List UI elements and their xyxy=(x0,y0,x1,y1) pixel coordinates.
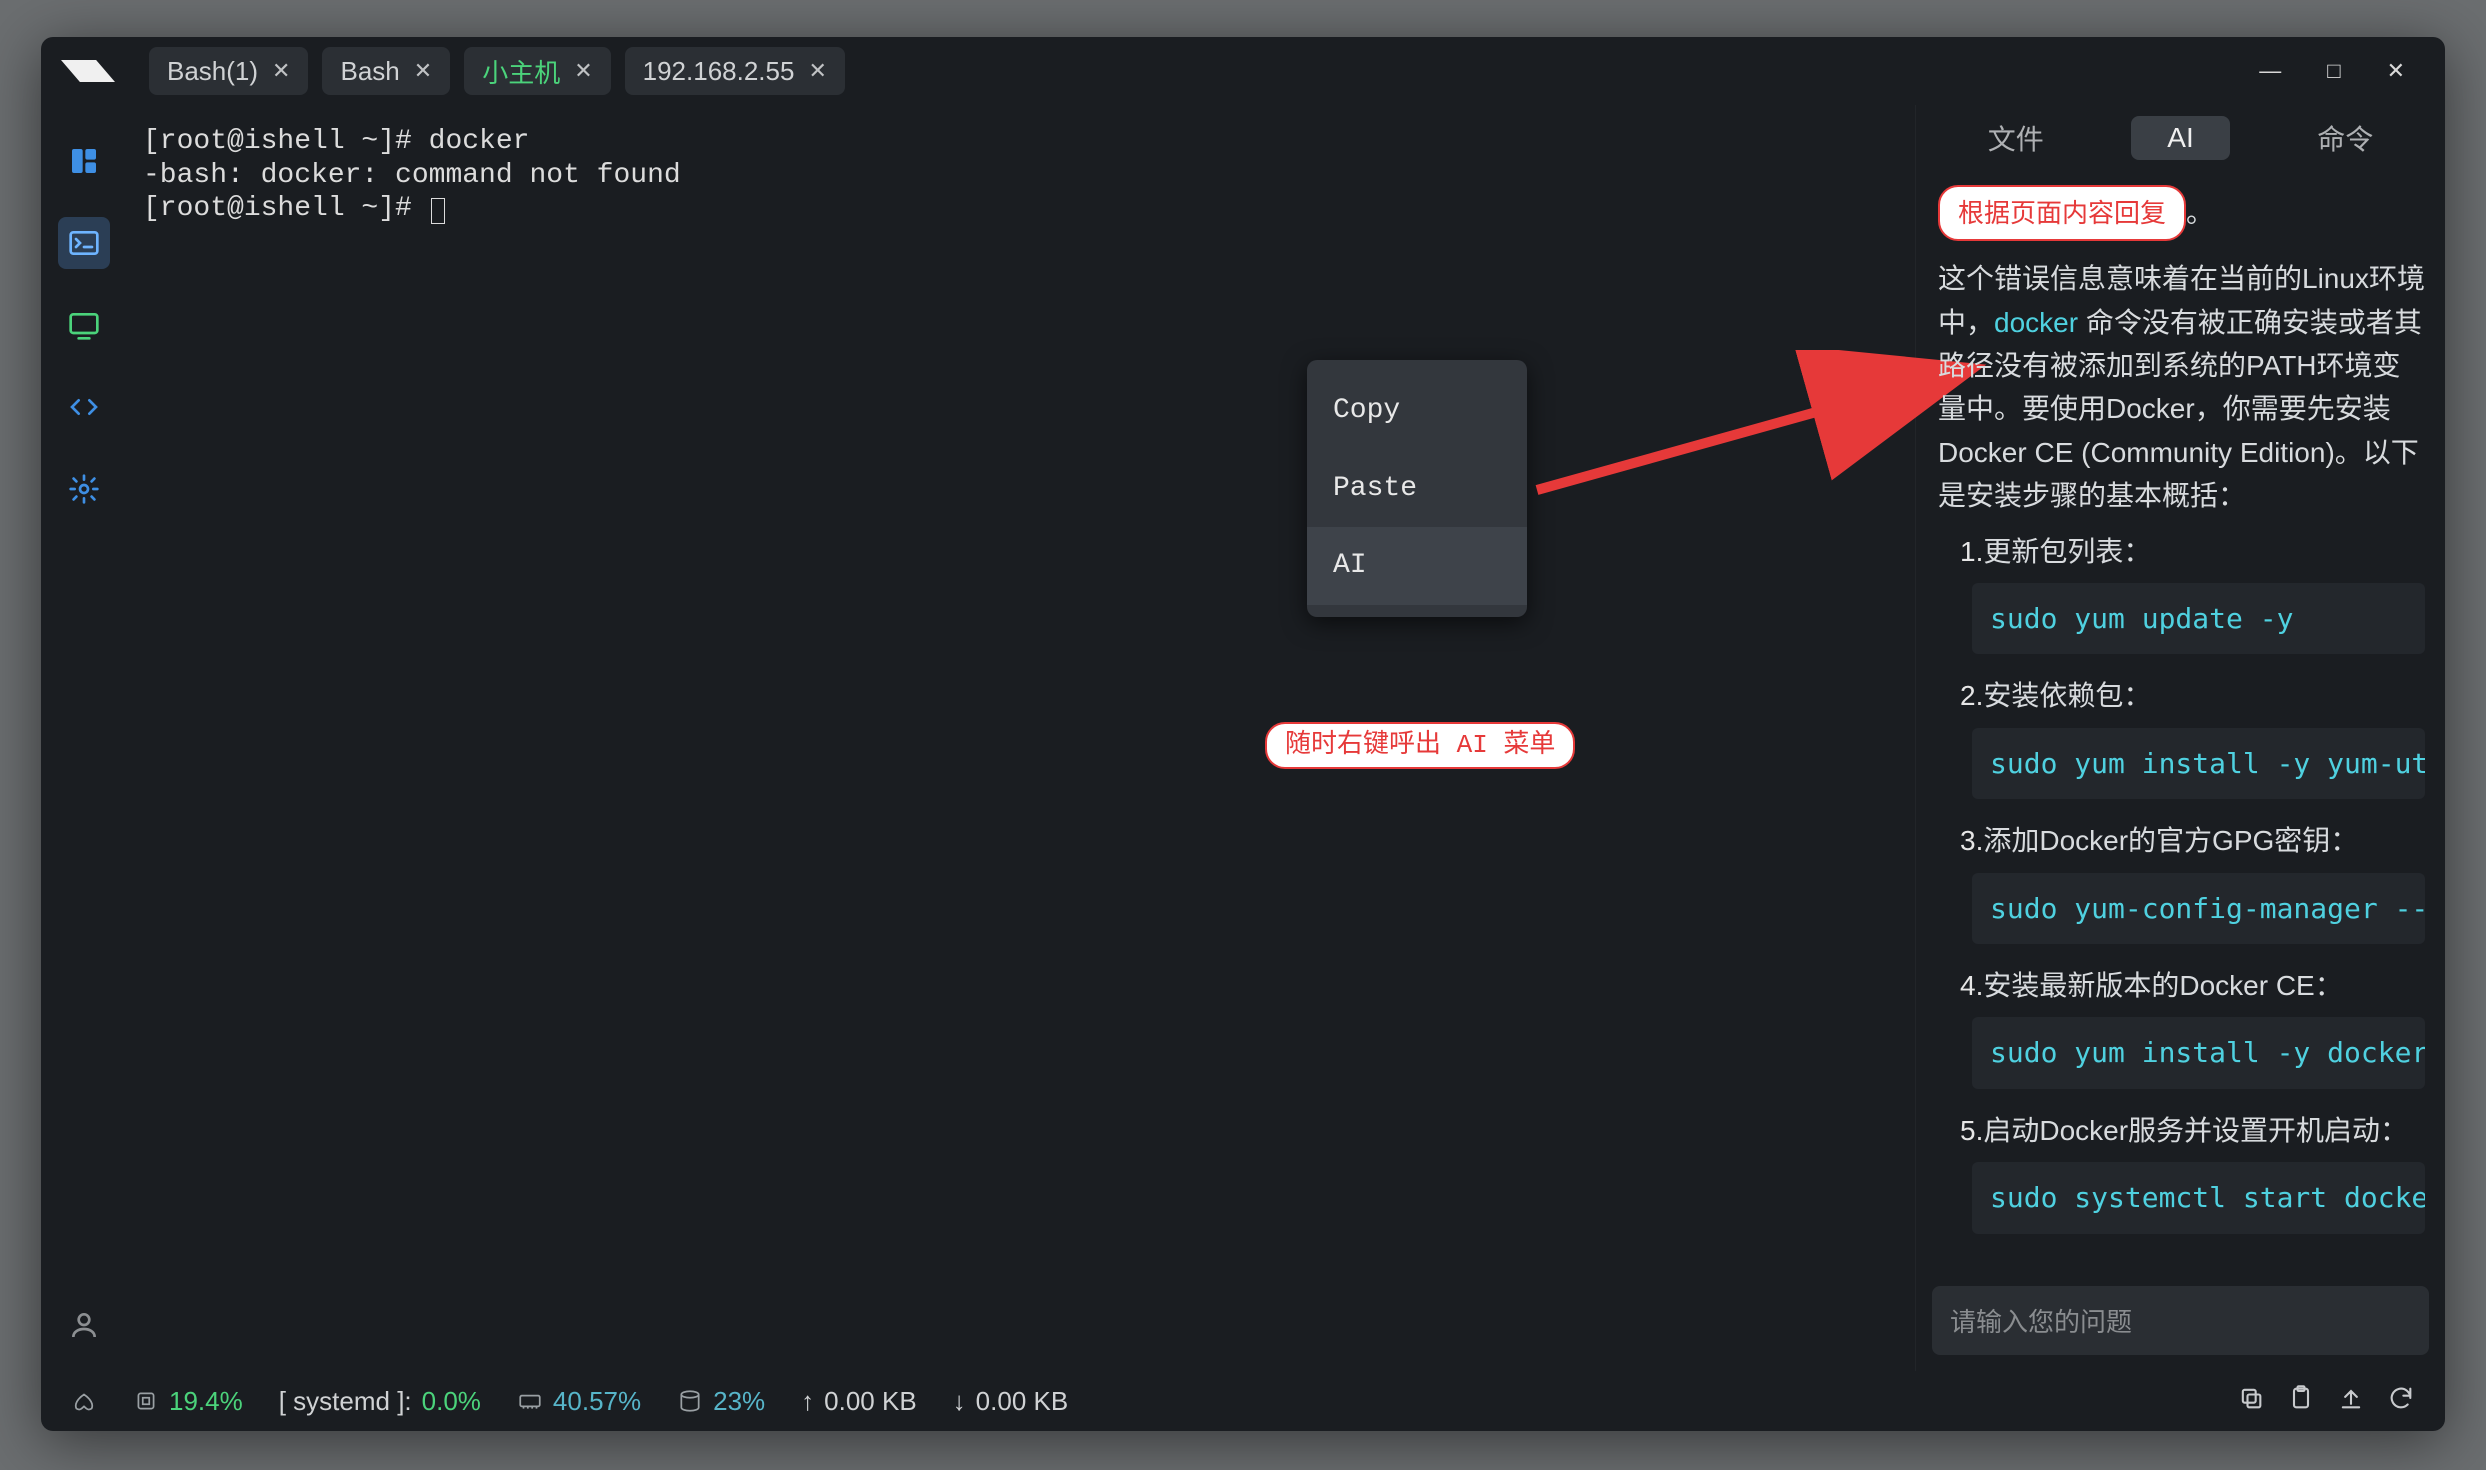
terminal-line: -bash: docker: command not found xyxy=(143,159,1899,193)
close-icon[interactable]: ✕ xyxy=(574,58,592,84)
terminal-icon xyxy=(68,227,100,259)
step-5: 5.启动Docker服务并设置开机启动： xyxy=(1960,1109,2425,1152)
context-menu: Copy Paste AI xyxy=(1307,360,1527,617)
sidebar-item-settings[interactable] xyxy=(58,463,110,515)
tab-bash1[interactable]: Bash(1) ✕ xyxy=(149,47,308,95)
code-icon xyxy=(68,391,100,423)
memory-icon xyxy=(517,1388,543,1414)
clipboard-icon[interactable] xyxy=(2287,1384,2315,1419)
terminal-line: [root@ishell ~]# docker xyxy=(143,125,1899,159)
step-3: 3.添加Docker的官方GPG密钥： xyxy=(1960,819,2425,862)
logo-icon xyxy=(61,60,115,82)
right-tabs: 文件 AI 命令 xyxy=(1916,105,2445,171)
disk-stat: 23% xyxy=(677,1386,765,1417)
arrow-down-icon: ↓ xyxy=(953,1386,966,1417)
close-icon[interactable]: ✕ xyxy=(808,58,826,84)
code-block[interactable]: sudo yum update -y xyxy=(1972,583,2425,654)
user-icon xyxy=(68,1309,100,1341)
menu-copy[interactable]: Copy xyxy=(1307,372,1527,450)
sidebar-item-layout[interactable] xyxy=(58,135,110,187)
right-tab-ai[interactable]: AI xyxy=(2131,116,2229,160)
tab-bash[interactable]: Bash ✕ xyxy=(322,47,450,95)
arrow-up-icon: ↑ xyxy=(801,1386,814,1417)
app-window: Bash(1) ✕ Bash ✕ 小主机 ✕ 192.168.2.55 ✕ — … xyxy=(41,37,2445,1431)
cpu-stat: 19.4% xyxy=(133,1386,243,1417)
sidebar-item-user[interactable] xyxy=(58,1299,110,1351)
disk-icon xyxy=(677,1388,703,1414)
step-2: 2.安装依赖包： xyxy=(1960,674,2425,717)
sidebar xyxy=(41,105,127,1371)
upload-stat: ↑ 0.00 KB xyxy=(801,1386,917,1417)
top-line: 根据页面内容回复。 xyxy=(1938,185,2425,257)
status-actions xyxy=(2237,1384,2415,1419)
right-tab-file[interactable]: 文件 xyxy=(1952,112,2080,164)
keyword: docker xyxy=(1994,307,2078,338)
refresh-icon[interactable] xyxy=(2387,1384,2415,1419)
close-button[interactable]: ✕ xyxy=(2387,58,2405,84)
maximize-button[interactable]: □ xyxy=(2327,58,2340,84)
tab-ip[interactable]: 192.168.2.55 ✕ xyxy=(625,47,845,95)
chip-icon xyxy=(133,1388,159,1414)
callout-reply: 根据页面内容回复 xyxy=(1938,185,2186,241)
gear-icon xyxy=(68,473,100,505)
step-1: 1.更新包列表： xyxy=(1960,530,2425,573)
copy-icon[interactable] xyxy=(2237,1384,2265,1419)
menu-ai[interactable]: AI xyxy=(1307,527,1527,605)
tab-label: 192.168.2.55 xyxy=(643,56,795,87)
callout-right-click: 随时右键呼出 AI 菜单 xyxy=(1265,722,1575,769)
layout-icon xyxy=(68,145,100,177)
titlebar: Bash(1) ✕ Bash ✕ 小主机 ✕ 192.168.2.55 ✕ — … xyxy=(41,37,2445,105)
tab-label: Bash(1) xyxy=(167,56,258,87)
cursor xyxy=(431,198,445,224)
ai-content: 根据页面内容回复。 这个错误信息意味着在当前的Linux环境中，docker 命… xyxy=(1916,171,2445,1276)
terminal[interactable]: [root@ishell ~]# docker -bash: docker: c… xyxy=(127,105,1915,1371)
app-logo xyxy=(61,57,115,85)
code-block[interactable]: sudo systemctl start docker xyxy=(1972,1162,2425,1233)
download-stat: ↓ 0.00 KB xyxy=(953,1386,1069,1417)
code-block[interactable]: sudo yum install -y yum-utils devi xyxy=(1972,728,2425,799)
sidebar-item-terminal[interactable] xyxy=(58,217,110,269)
sidebar-item-desktop[interactable] xyxy=(58,299,110,351)
code-block[interactable]: sudo yum-config-manager --add- xyxy=(1972,873,2425,944)
step-4: 4.安装最新版本的Docker CE： xyxy=(1960,964,2425,1007)
minimize-button[interactable]: — xyxy=(2259,58,2281,84)
code-block[interactable]: sudo yum install -y docker-ce doc xyxy=(1972,1017,2425,1088)
close-icon[interactable]: ✕ xyxy=(414,58,432,84)
mem-stat: 40.57% xyxy=(517,1386,641,1417)
right-panel: 文件 AI 命令 根据页面内容回复。 这个错误信息意味着在当前的Linux环境中… xyxy=(1915,105,2445,1371)
tab-label: Bash xyxy=(340,56,399,87)
tab-host[interactable]: 小主机 ✕ xyxy=(464,47,610,95)
upload-icon[interactable] xyxy=(2337,1384,2365,1419)
desktop-icon xyxy=(68,309,100,341)
close-icon[interactable]: ✕ xyxy=(272,58,290,84)
ai-input[interactable]: 请输入您的问题 xyxy=(1932,1286,2429,1355)
menu-paste[interactable]: Paste xyxy=(1307,450,1527,528)
sidebar-item-code[interactable] xyxy=(58,381,110,433)
ai-paragraph: 这个错误信息意味着在当前的Linux环境中，docker 命令没有被正确安装或者… xyxy=(1938,257,2425,517)
right-tab-cmd[interactable]: 命令 xyxy=(2281,112,2409,164)
window-controls: — □ ✕ xyxy=(2259,58,2425,84)
statusbar: 19.4% [ systemd ]: 0.0% 40.57% 23% ↑ 0.0… xyxy=(41,1371,2445,1431)
tab-label: 小主机 xyxy=(482,53,560,90)
body-layout: [root@ishell ~]# docker -bash: docker: c… xyxy=(41,105,2445,1371)
terminal-line: [root@ishell ~]# xyxy=(143,192,1899,226)
proc-stat: [ systemd ]: 0.0% xyxy=(279,1386,481,1417)
rocket-icon[interactable] xyxy=(71,1388,97,1414)
